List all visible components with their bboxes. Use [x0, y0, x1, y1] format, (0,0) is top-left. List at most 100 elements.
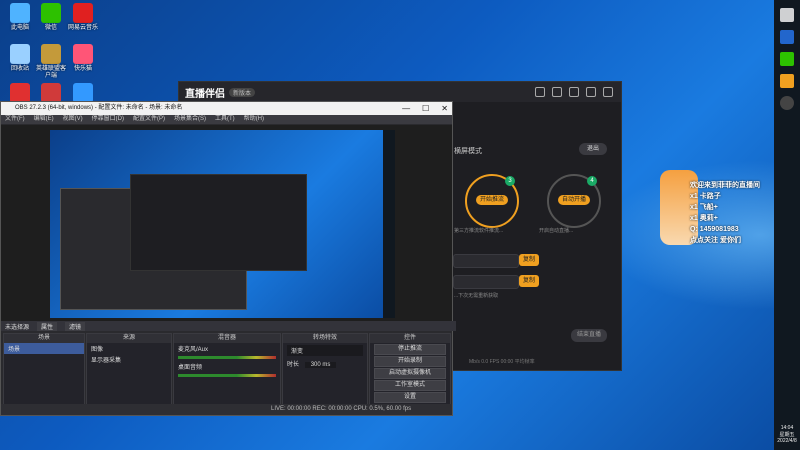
node-auto-desc: 开启自动直播...	[539, 228, 574, 234]
gift-icon[interactable]	[535, 87, 545, 97]
obs-preview[interactable]	[1, 125, 452, 321]
transition-select[interactable]: 渐变	[287, 345, 363, 356]
app-icon-1[interactable]	[780, 30, 794, 44]
step-3-badge: 3	[505, 176, 515, 186]
control-button[interactable]: 停止推流	[374, 344, 446, 355]
menu-item[interactable]: 文件(F)	[5, 115, 25, 124]
menu-item[interactable]: 工具(T)	[215, 115, 235, 124]
desktop-icon-label: 回收站	[10, 66, 29, 72]
scenes-dock: 场景 场景	[3, 333, 85, 405]
mic-level-meter	[178, 356, 276, 359]
nested-taskbar	[383, 130, 395, 318]
close-icon[interactable]	[603, 87, 613, 97]
clock-weekday: 星期五	[779, 432, 795, 438]
start-icon[interactable]	[780, 8, 794, 22]
overlay-line: x1 飞船+	[690, 204, 718, 211]
nested-live-window	[130, 174, 307, 271]
transitions-dock: 转场特效 渐变 时长 300 ms	[282, 333, 368, 405]
desktop-level-meter	[178, 374, 276, 377]
menu-item[interactable]: 停靠窗口(D)	[92, 115, 124, 124]
node-start-desc: 第三方推流软件推流...	[454, 228, 504, 234]
version-badge[interactable]: 新版本	[229, 87, 256, 97]
obs-title: OBS 27.2.3 (64-bit, windows) - 配置文件: 未命名…	[15, 105, 183, 111]
menu-item[interactable]: 编辑(E)	[34, 115, 54, 124]
app-icon	[10, 3, 30, 23]
desktop-icon[interactable]: 快乐猫	[66, 44, 100, 73]
desktop-icon[interactable]: 此电脑	[3, 3, 37, 32]
app-icon	[73, 3, 93, 23]
menu-item[interactable]: 帮助(H)	[244, 115, 264, 124]
control-button[interactable]: 工作室模式	[374, 380, 446, 391]
desktop-icon-label: 微信	[44, 25, 57, 31]
menu-item[interactable]: 视图(V)	[63, 115, 83, 124]
tray-clock[interactable]: 14:04 星期五 2022/4/8	[774, 425, 800, 444]
menu-item[interactable]: 配置文件(P)	[133, 115, 165, 124]
desktop-icon-label: 快乐猫	[73, 66, 92, 72]
desktop-icon[interactable]: 回收站	[3, 44, 37, 73]
copy-server-button[interactable]: 复制	[519, 254, 539, 266]
key-hint: ...下次无需重新获取	[454, 293, 499, 299]
overlay-line: x1 卡路子	[690, 193, 721, 200]
maximize-button[interactable]: ☐	[422, 102, 429, 115]
desktop-icon[interactable]: 英雄联盟客户端	[34, 44, 68, 80]
source-item-image[interactable]: 图像	[87, 343, 171, 354]
no-source-label: 未选择源	[5, 324, 30, 331]
duration-input[interactable]: 300 ms	[304, 362, 337, 368]
overlay-line: x1 奥莉+	[690, 215, 718, 222]
mode-label: 横屏模式	[454, 148, 482, 155]
app-icon-2[interactable]	[780, 52, 794, 66]
auto-live-node[interactable]: 自动开播 4	[547, 174, 601, 228]
stream-key-input[interactable]	[453, 275, 519, 289]
app-icon-3[interactable]	[780, 74, 794, 88]
step-4-badge: 4	[587, 176, 597, 186]
control-button[interactable]: 启动虚拟摄像机	[374, 368, 446, 379]
menu-item[interactable]: 场景集合(S)	[174, 115, 206, 124]
mixer-mic-label: 麦克风/Aux	[178, 347, 209, 353]
obs-titlebar: OBS 27.2.3 (64-bit, windows) - 配置文件: 未命名…	[1, 102, 452, 115]
overlay-line: Q: 1459081983	[690, 226, 739, 233]
filters-button[interactable]: 滤镜	[65, 321, 86, 331]
stream-stats: Mb/s 0.0 FPS 00:00 平均帧率	[469, 359, 535, 365]
mixer-title: 混音器	[174, 334, 280, 343]
minimize-button[interactable]: —	[402, 102, 410, 115]
exit-button[interactable]: 退出	[579, 143, 607, 155]
controls-dock: 控件 停止推流开始录制启动虚拟摄像机工作室模式设置退出	[369, 333, 451, 415]
taskbar: 14:04 星期五 2022/4/8	[774, 0, 800, 450]
duration-row: 时长 300 ms	[283, 358, 367, 369]
header-icons	[535, 87, 613, 97]
sources-dock: 来源 图像 显示器采集	[86, 333, 172, 405]
obs-taskbar-icon[interactable]	[780, 96, 794, 110]
controls-title: 控件	[370, 334, 450, 343]
properties-button[interactable]: 属性	[37, 321, 58, 331]
source-item-display[interactable]: 显示器采集	[87, 354, 171, 365]
app-icon	[10, 83, 30, 103]
scenes-title: 场景	[4, 334, 84, 343]
desktop-icon[interactable]: 微信	[34, 3, 68, 32]
scene-item[interactable]: 场景	[4, 343, 84, 354]
clock-date: 2022/4/8	[777, 438, 797, 444]
desktop-icon-label: 英雄联盟客户端	[35, 66, 66, 79]
stop-live-button[interactable]: 结束直播	[571, 329, 607, 342]
server-url-input[interactable]	[453, 254, 519, 268]
nested-desktop-preview	[50, 130, 395, 318]
app-icon	[41, 83, 61, 103]
close-button[interactable]: ✕	[441, 102, 448, 115]
start-stream-node[interactable]: 开始推流 3	[465, 174, 519, 228]
overlay-line: 欢迎来到菲菲的直播间	[690, 182, 760, 189]
bell-icon[interactable]	[569, 87, 579, 97]
message-icon[interactable]	[552, 87, 562, 97]
control-button[interactable]: 开始录制	[374, 356, 446, 367]
mixer-dock: 混音器 麦克风/Aux 桌面音频	[173, 333, 281, 405]
source-toolbar: 未选择源 属性 滤镜	[1, 321, 456, 331]
app-icon	[41, 3, 61, 23]
copy-key-button[interactable]: 复制	[519, 275, 539, 287]
auto-live-pill: 自动开播	[558, 195, 590, 205]
minimize-icon[interactable]	[586, 87, 596, 97]
app-icon	[73, 44, 93, 64]
status-text: LIVE: 00:00:00 REC: 00:00:00 CPU: 0.5%, …	[271, 406, 412, 412]
duration-label: 时长	[287, 362, 300, 368]
overlay-line: 点点关注 爱你们	[690, 237, 741, 244]
control-button[interactable]: 设置	[374, 392, 446, 403]
desktop-icon[interactable]: 网易云音乐	[66, 3, 100, 32]
start-stream-pill: 开始推流	[476, 195, 508, 205]
